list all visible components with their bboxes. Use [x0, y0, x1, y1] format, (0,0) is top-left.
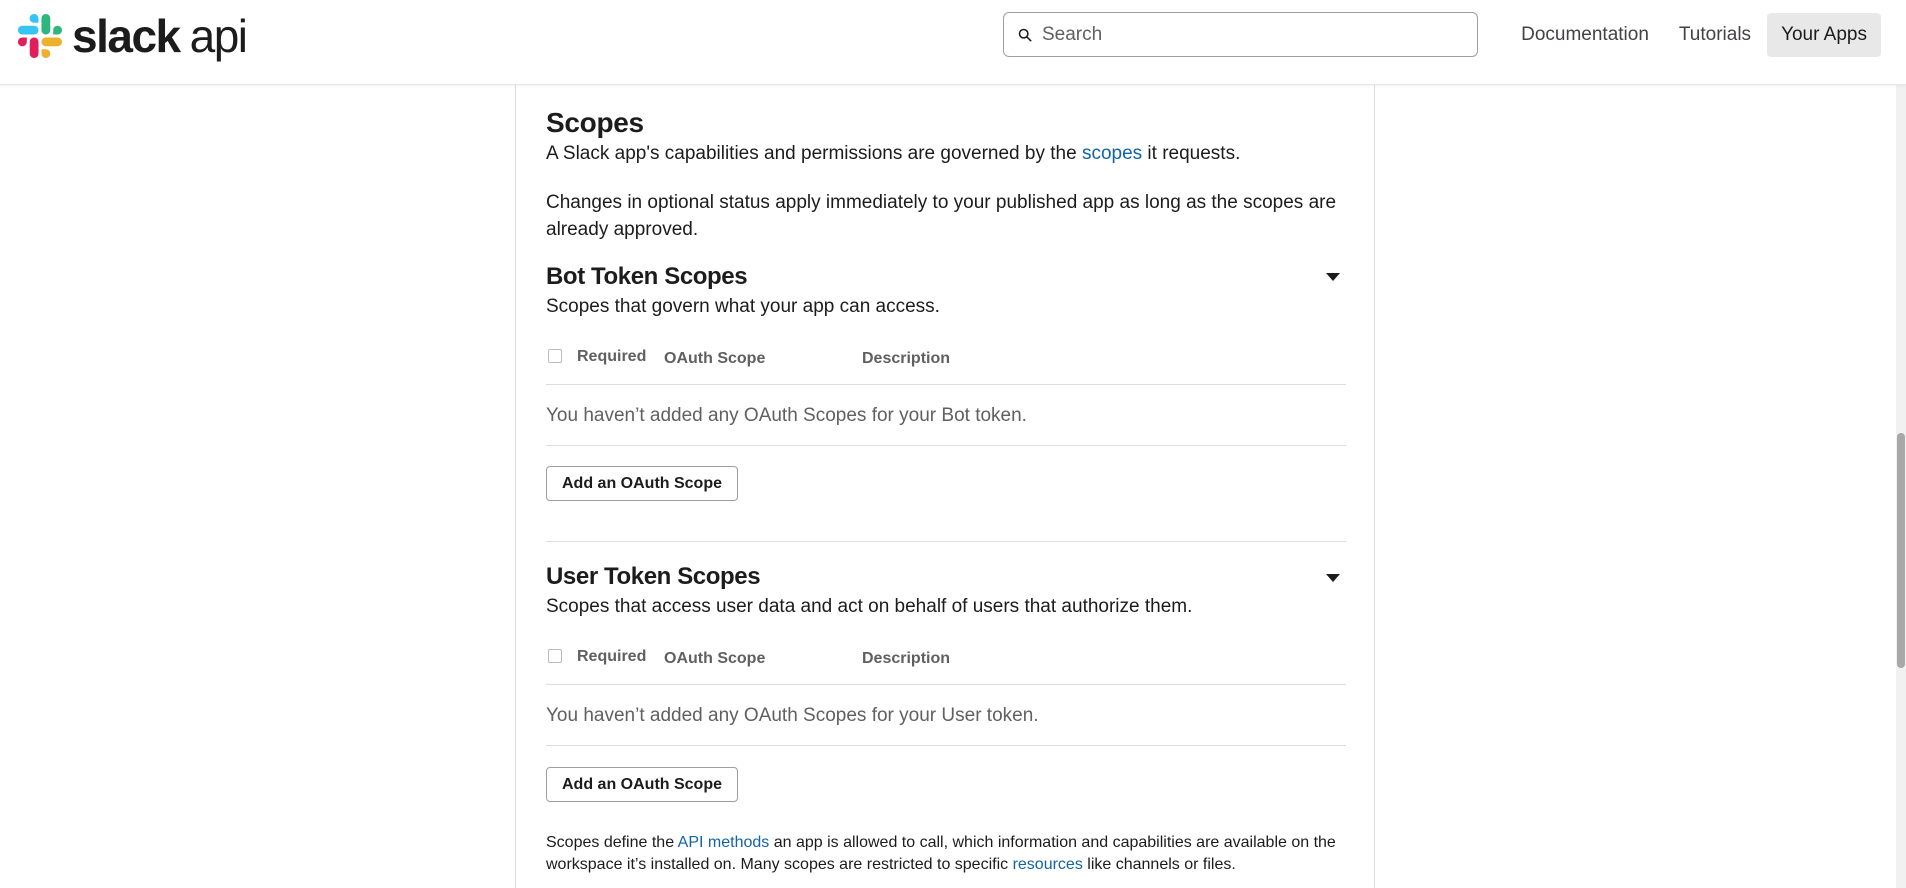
top-navigation-bar: slack api Documentation Tutorials Your A…: [0, 0, 1906, 85]
bot-col-description: Description: [862, 350, 951, 367]
bot-token-scopes-subtitle: Scopes that govern what your app can acc…: [546, 296, 940, 317]
user-token-scopes-title: User Token Scopes: [546, 563, 761, 590]
user-col-oauth-scope: OAuth Scope: [664, 650, 766, 667]
page-title: Scopes: [546, 107, 644, 138]
bot-add-oauth-scope-button[interactable]: Add an OAuth Scope: [546, 466, 738, 501]
logo-slack-text: slack: [72, 10, 181, 62]
intro-text-before: A Slack app's capabilities and permissio…: [546, 143, 1082, 164]
scrollbar-thumb[interactable]: [1897, 433, 1905, 668]
bot-scopes-empty-message: You haven’t added any OAuth Scopes for y…: [546, 385, 1346, 446]
search-box[interactable]: [1003, 12, 1478, 57]
logo-api-text: api: [189, 10, 248, 62]
bot-required-checkbox[interactable]: [548, 349, 562, 363]
user-required-checkbox[interactable]: [548, 649, 562, 663]
scopes-link[interactable]: scopes: [1082, 143, 1142, 164]
bot-col-required: Required: [577, 348, 647, 365]
footer-text-3: like channels or files.: [1082, 856, 1236, 873]
scopes-footer-note: Scopes define the API methods an app is …: [546, 832, 1356, 876]
user-add-oauth-scope-button[interactable]: Add an OAuth Scope: [546, 767, 738, 802]
user-col-required: Required: [577, 648, 647, 665]
resources-link[interactable]: resources: [1013, 856, 1083, 873]
nav-your-apps[interactable]: Your Apps: [1767, 13, 1881, 57]
api-methods-link[interactable]: API methods: [678, 834, 770, 851]
slack-logo-icon: [18, 14, 62, 58]
intro-text-after: it requests.: [1142, 143, 1241, 164]
user-scopes-collapse-caret-down-icon[interactable]: [1326, 574, 1340, 582]
user-scopes-table-header: Required OAuth Scope Description: [546, 645, 1346, 685]
logo-wordmark: slack api: [72, 10, 248, 62]
nav-documentation[interactable]: Documentation: [1507, 13, 1663, 57]
user-col-description: Description: [862, 650, 951, 667]
bot-scopes-table-header: Required OAuth Scope Description: [546, 345, 1346, 385]
slack-api-logo[interactable]: slack api: [18, 10, 248, 62]
scopes-intro: A Slack app's capabilities and permissio…: [546, 140, 1346, 167]
optional-status-note: Changes in optional status apply immedia…: [546, 192, 1337, 240]
footer-text-1: Scopes define the: [546, 834, 678, 851]
main-content: Scopes A Slack app's capabilities and pe…: [515, 85, 1375, 888]
main-nav: Documentation Tutorials Your Apps: [1505, 13, 1881, 57]
user-scopes-empty-message: You haven’t added any OAuth Scopes for y…: [546, 685, 1346, 746]
search-icon: [1018, 28, 1032, 41]
bot-col-oauth-scope: OAuth Scope: [664, 350, 766, 367]
bot-token-scopes-title: Bot Token Scopes: [546, 263, 748, 290]
nav-tutorials[interactable]: Tutorials: [1665, 13, 1765, 57]
user-token-scopes-subtitle: Scopes that access user data and act on …: [546, 596, 1193, 617]
search-input[interactable]: [1042, 23, 1462, 46]
section-divider: [546, 541, 1346, 542]
bot-scopes-collapse-caret-down-icon[interactable]: [1326, 273, 1340, 281]
page-scrollbar[interactable]: [1896, 85, 1906, 888]
